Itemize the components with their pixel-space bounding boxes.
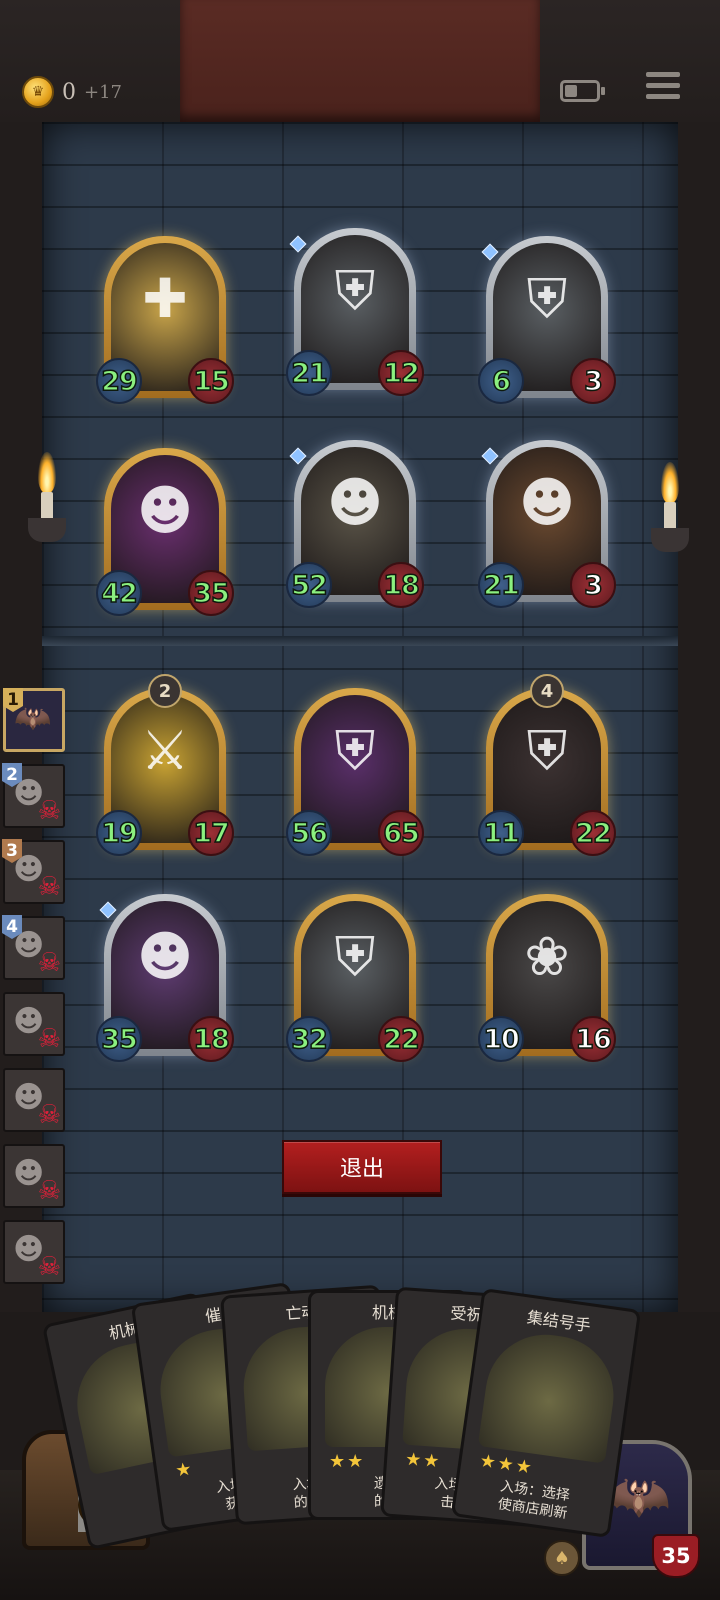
- menu-icon[interactable]: [646, 72, 680, 106]
- right-pillar: [678, 122, 720, 1312]
- skull-icon: ☠: [37, 872, 61, 902]
- hand-card-text: 入场：选择 使商店刷新: [496, 1478, 571, 1522]
- opponent-item[interactable]: ☻ ☠: [3, 1144, 65, 1208]
- minion-health: 35: [188, 570, 234, 616]
- minion-health: 16: [570, 1016, 616, 1062]
- minion-portrait-icon: ❀: [524, 925, 570, 988]
- minion-card[interactable]: ⛨ 6 3: [478, 236, 616, 404]
- torch-right-icon: [651, 462, 689, 572]
- skull-icon: ☠: [37, 796, 61, 826]
- opponent-item[interactable]: ☻ ☠: [3, 992, 65, 1056]
- minion-health: 22: [378, 1016, 424, 1062]
- minion-portrait-icon: ⛨: [526, 719, 568, 782]
- minion-card[interactable]: ⛨ 4 11 22: [478, 674, 616, 856]
- minion-portrait-icon: ✚: [142, 267, 188, 330]
- minion-portrait-icon: ⛨: [526, 267, 568, 330]
- minion-portrait-icon: ⚔: [140, 719, 190, 782]
- top-bar: ♛ 0 +17: [0, 0, 720, 122]
- minion-attack: 52: [286, 562, 332, 608]
- opponent-item[interactable]: 🦇 1: [3, 688, 65, 752]
- skull-icon: ☠: [37, 1024, 61, 1054]
- hero-power-icon[interactable]: ♠: [544, 1540, 580, 1576]
- minion-attack: 32: [286, 1016, 332, 1062]
- minion-card[interactable]: ⛨ 56 65: [286, 688, 424, 856]
- minion-attack: 21: [478, 562, 524, 608]
- minion-portrait-icon: ⛨: [334, 259, 376, 322]
- minion-health: 18: [378, 562, 424, 608]
- board-divider: [42, 636, 678, 646]
- minion-portrait-icon: ⛨: [334, 925, 376, 988]
- minion-portrait-icon: ☻: [136, 479, 194, 542]
- minion-attack: 19: [96, 810, 142, 856]
- minion-card[interactable]: ⛨ 32 22: [286, 894, 424, 1062]
- crown-coin-icon: ♛: [22, 76, 54, 108]
- opponent-item[interactable]: ☻ ☠: [3, 1220, 65, 1284]
- minion-card[interactable]: ☻ 52 18: [286, 440, 424, 608]
- minion-attack: 11: [478, 810, 524, 856]
- minion-card[interactable]: ☻ 21 3: [478, 440, 616, 608]
- minion-card[interactable]: ✚ 29 15: [96, 236, 234, 404]
- minion-card[interactable]: ❀ 10 16: [478, 894, 616, 1062]
- gold-income: +17: [84, 81, 122, 103]
- minion-portrait-icon: ⛨: [334, 719, 376, 782]
- minion-health: 65: [378, 810, 424, 856]
- minion-attack: 29: [96, 358, 142, 404]
- battery-icon: [560, 80, 605, 102]
- skull-icon: ☠: [37, 1252, 61, 1282]
- minion-attack: 10: [478, 1016, 524, 1062]
- exit-button[interactable]: 退出: [282, 1140, 442, 1194]
- gold-value: 0: [62, 79, 76, 105]
- opponent-item[interactable]: ☻ 4 ☠: [2, 915, 65, 980]
- minion-health: 18: [188, 1016, 234, 1062]
- minion-attack: 35: [96, 1016, 142, 1062]
- minion-portrait-icon: ☻: [326, 471, 384, 534]
- skull-icon: ☠: [37, 948, 61, 978]
- minion-card[interactable]: ⚔ 2 19 17: [96, 674, 234, 856]
- minion-attack: 56: [286, 810, 332, 856]
- torch-left-icon: [28, 452, 66, 562]
- skull-icon: ☠: [37, 1176, 61, 1206]
- opponent-item[interactable]: ☻ ☠: [3, 1068, 65, 1132]
- opponent-item[interactable]: ☻ 2 ☠: [2, 763, 65, 828]
- hand-card-stars: ★★: [404, 1448, 443, 1473]
- minion-health: 17: [188, 810, 234, 856]
- hand-card[interactable]: 集结号手 ★★★ 入场：选择 使商店刷新: [450, 1287, 642, 1539]
- minion-tier-badge: 2: [148, 674, 182, 708]
- hand-card-art: [477, 1326, 622, 1464]
- hero-health: 35: [652, 1534, 700, 1578]
- top-curtain: [180, 0, 540, 122]
- minion-health: 12: [378, 350, 424, 396]
- hand-card-stars: ★: [173, 1458, 195, 1482]
- minion-portrait-icon: ☻: [518, 471, 576, 534]
- minion-card[interactable]: ☻ 35 18: [96, 894, 234, 1062]
- skull-icon: ☠: [37, 1100, 61, 1130]
- minion-tier-badge: 4: [530, 674, 564, 708]
- minion-health: 15: [188, 358, 234, 404]
- minion-attack: 42: [96, 570, 142, 616]
- minion-health: 3: [570, 562, 616, 608]
- minion-health: 22: [570, 810, 616, 856]
- minion-card[interactable]: ☻ 42 35: [96, 448, 234, 616]
- minion-card[interactable]: ⛨ 21 12: [286, 228, 424, 396]
- minion-health: 3: [570, 358, 616, 404]
- minion-portrait-icon: ☻: [136, 925, 194, 988]
- hand-card-stars: ★★: [329, 1451, 366, 1472]
- minion-attack: 21: [286, 350, 332, 396]
- minion-attack: 6: [478, 358, 524, 404]
- opponent-item[interactable]: ☻ 3 ☠: [2, 839, 65, 904]
- gold-display: ♛ 0 +17: [22, 76, 122, 108]
